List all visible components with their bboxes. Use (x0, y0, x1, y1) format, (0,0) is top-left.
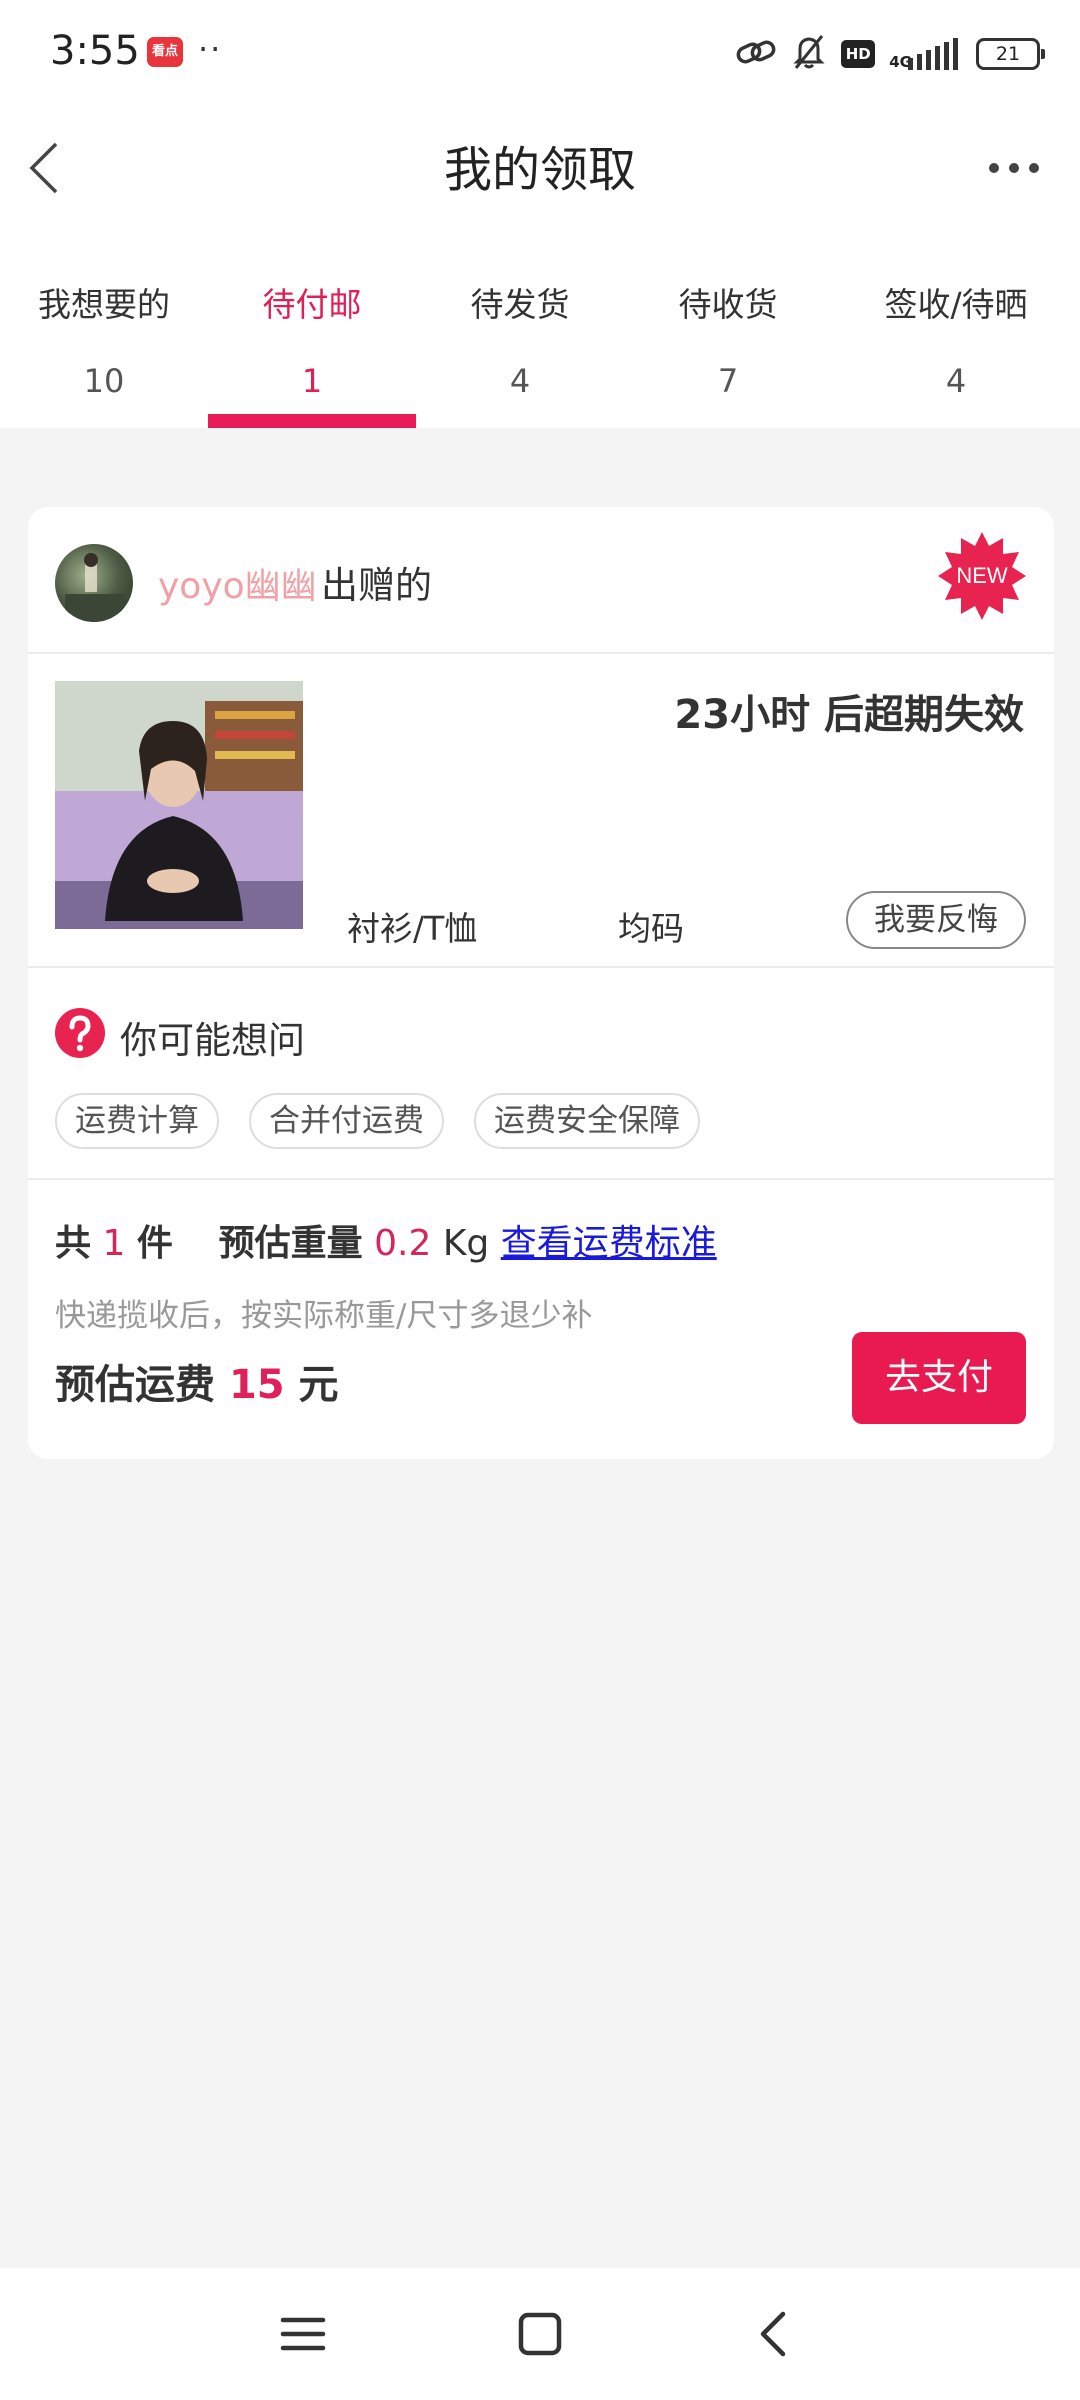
tab-label: 待发货 (470, 285, 570, 324)
hd-icon: HD (841, 40, 876, 68)
square-icon (518, 2312, 562, 2356)
status-bar: 3:55 看点 ·· HD 4G 21 (0, 0, 1080, 108)
tab-signed-review[interactable]: 签收/待晒 4 (832, 248, 1080, 428)
nav-back-button[interactable] (745, 2306, 805, 2362)
link-icon (735, 37, 777, 71)
seller-row[interactable]: yoyo幽幽 出赠的 NEW (28, 507, 1054, 652)
tab-label: 待付邮 (262, 285, 362, 324)
faq-chip-shipping-protection[interactable]: 运费安全保障 (474, 1093, 700, 1149)
fee-unit: 元 (298, 1362, 339, 1408)
faq-chip-shipping-calc[interactable]: 运费计算 (55, 1093, 219, 1149)
avatar[interactable] (55, 544, 133, 622)
total-prefix: 共 (55, 1223, 92, 1264)
weight-unit: Kg (442, 1223, 490, 1264)
faq-title: 你可能想问 (120, 1019, 305, 1062)
tab-label: 签收/待晒 (884, 285, 1028, 324)
product-category: 衬衫/T恤 (347, 909, 478, 948)
fee-label: 预估运费 (55, 1362, 215, 1408)
status-icons: HD 4G 21 (735, 30, 1045, 78)
new-badge: NEW (936, 530, 1028, 622)
chevron-left-icon (760, 2311, 786, 2357)
seller-suffix: 出赠的 (321, 564, 432, 607)
mute-bell-icon (791, 33, 827, 75)
payment-section: 共 1 件 预估重量 0.2 Kg 查看运费标准 快递揽收后，按实际称重/尺寸多… (28, 1180, 1054, 1459)
app-root: 3:55 看点 ·· HD 4G 21 我的领取 我想要的 10 待付邮 1 待… (0, 0, 1080, 2400)
pay-button[interactable]: 去支付 (852, 1332, 1026, 1424)
faq-chip-merge-shipping[interactable]: 合并付运费 (249, 1093, 444, 1149)
product-image[interactable] (55, 681, 303, 929)
faq-chips: 运费计算 合并付运费 运费安全保障 (55, 1093, 700, 1149)
tab-count: 1 (301, 362, 323, 400)
order-summary: 共 1 件 预估重量 0.2 Kg 查看运费标准 (55, 1214, 717, 1266)
shipping-note: 快递揽收后，按实际称重/尺寸多退少补 (55, 1298, 593, 1334)
total-count: 1 (102, 1223, 126, 1264)
system-nav-bar (0, 2268, 1080, 2400)
shipping-standard-link[interactable]: 查看运费标准 (501, 1223, 717, 1264)
tab-pending-receipt[interactable]: 待收货 7 (624, 248, 832, 428)
regret-button[interactable]: 我要反悔 (846, 891, 1026, 949)
expire-countdown: 23小时 后超期失效 (674, 692, 1024, 738)
menu-icon (280, 2317, 326, 2351)
total-suffix: 件 (136, 1223, 173, 1264)
weight-value: 0.2 (374, 1223, 432, 1264)
new-badge-text: NEW (956, 563, 1008, 588)
estimated-fee: 预估运费 15 元 (55, 1352, 339, 1410)
page-title: 我的领取 (443, 142, 636, 198)
fee-value: 15 (228, 1362, 285, 1408)
product-size: 均码 (618, 909, 684, 948)
question-circle-icon (55, 1008, 105, 1058)
tab-pending-shipment[interactable]: 待发货 4 (416, 248, 624, 428)
tab-label: 待收货 (678, 285, 778, 324)
order-card: yoyo幽幽 出赠的 NEW 23小时 后超期失效 衬衫/T恤 均码 我要反悔 … (28, 507, 1054, 1459)
tab-pending-postage[interactable]: 待付邮 1 (208, 248, 416, 428)
seller-name[interactable]: yoyo幽幽 (158, 557, 317, 609)
tab-label: 我想要的 (38, 285, 170, 324)
status-tabs: 我想要的 10 待付邮 1 待发货 4 待收货 7 签收/待晒 4 (0, 248, 1080, 428)
menu-button[interactable] (273, 2306, 333, 2362)
tab-count: 7 (717, 362, 739, 400)
tab-count: 4 (509, 362, 531, 400)
home-button[interactable] (510, 2306, 570, 2362)
signal-icon: 4G (889, 38, 962, 70)
faq-section: 你可能想问 运费计算 合并付运费 运费安全保障 (28, 968, 1054, 1178)
status-time: 3:55 (50, 28, 140, 74)
product-row[interactable]: 23小时 后超期失效 衬衫/T恤 均码 我要反悔 (28, 654, 1054, 966)
tab-count: 4 (945, 362, 967, 400)
app-notification-icon: 看点 (147, 37, 183, 67)
active-tab-indicator (208, 414, 416, 428)
weight-label: 预估重量 (218, 1223, 363, 1264)
tab-wanted[interactable]: 我想要的 10 (0, 248, 208, 428)
tab-count: 10 (83, 362, 125, 400)
status-more-dots: ·· (198, 30, 223, 68)
page-header: 我的领取 (0, 108, 1080, 248)
more-button[interactable] (984, 148, 1044, 188)
battery-icon: 21 (976, 38, 1045, 70)
more-horizontal-icon (989, 163, 1039, 173)
